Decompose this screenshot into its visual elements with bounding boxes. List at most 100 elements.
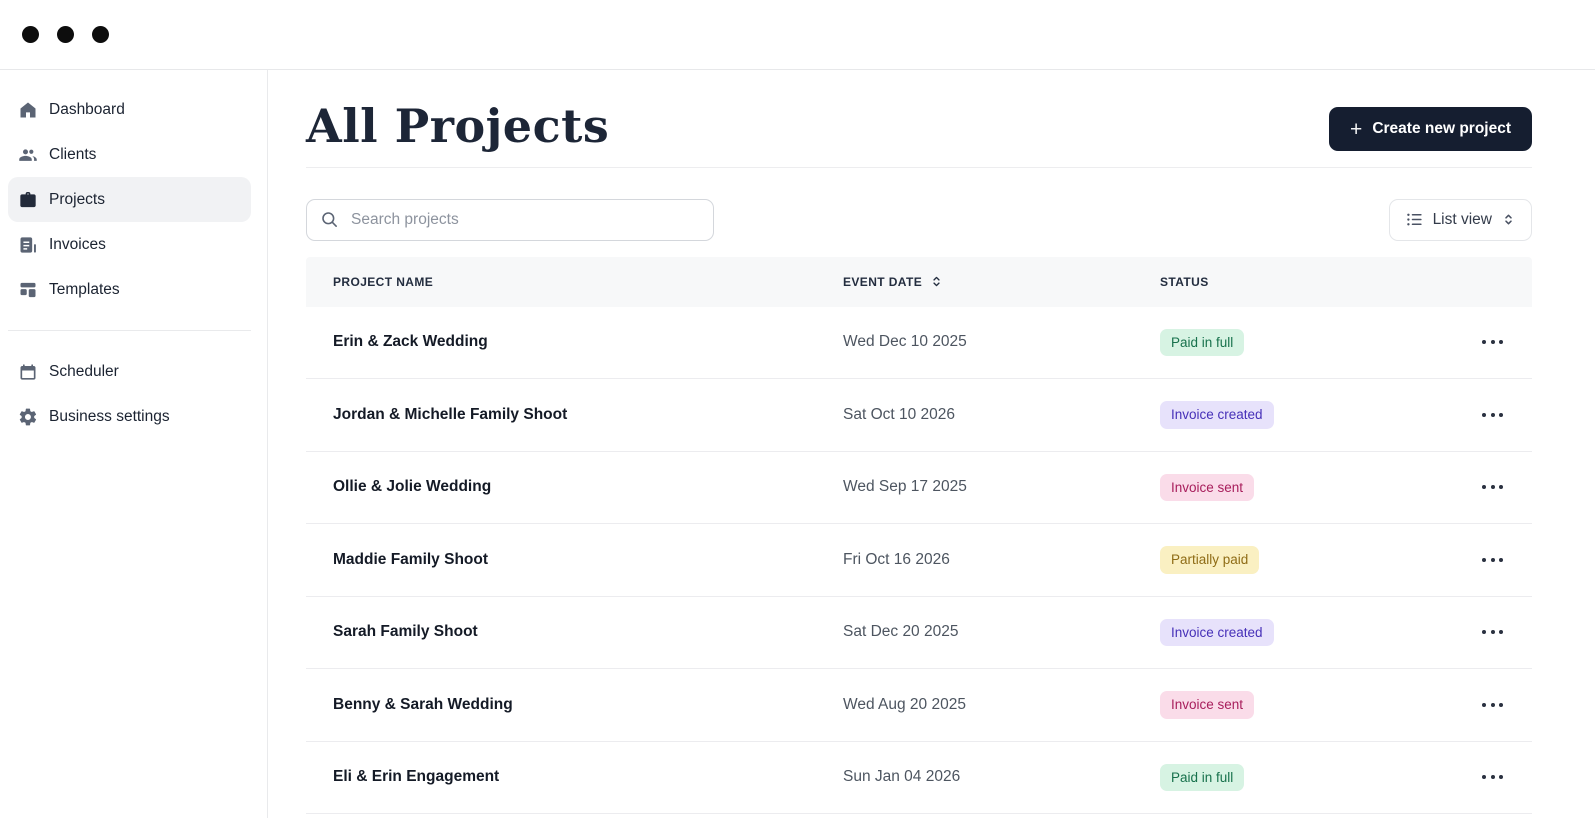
table-row[interactable]: Ollie & Jolie Wedding Wed Sep 17 2025 In…: [306, 452, 1532, 525]
event-date-cell: Wed Dec 10 2025: [843, 333, 1160, 351]
row-actions-menu-button[interactable]: [1480, 695, 1505, 715]
row-actions-menu-button[interactable]: [1480, 405, 1505, 425]
event-date-cell: Sun Jan 04 2026: [843, 768, 1160, 786]
project-name-cell: Sarah Family Shoot: [333, 623, 843, 641]
project-name-cell: Jordan & Michelle Family Shoot: [333, 406, 843, 424]
status-cell: Partially paid: [1160, 546, 1435, 574]
status-badge: Paid in full: [1160, 764, 1244, 792]
status-cell: Paid in full: [1160, 764, 1435, 792]
status-cell: Paid in full: [1160, 329, 1435, 357]
window-titlebar: [0, 0, 1595, 70]
row-actions-menu-button[interactable]: [1480, 622, 1505, 642]
page-title: All Projects: [306, 101, 609, 152]
event-date-cell: Fri Oct 16 2026: [843, 551, 1160, 569]
event-date-cell: Wed Sep 17 2025: [843, 478, 1160, 496]
calendar-icon: [18, 362, 38, 382]
table-body: Erin & Zack Wedding Wed Dec 10 2025 Paid…: [306, 307, 1532, 815]
sidebar-item-label: Scheduler: [49, 363, 119, 381]
invoice-icon: [18, 235, 38, 255]
view-selector[interactable]: List view: [1389, 199, 1532, 241]
status-badge: Invoice created: [1160, 619, 1274, 647]
template-icon: [18, 280, 38, 300]
window-control-dot[interactable]: [92, 26, 109, 43]
list-view-icon: [1405, 210, 1424, 229]
sidebar-item-templates[interactable]: Templates: [8, 267, 251, 312]
briefcase-icon: [18, 190, 38, 210]
column-header-project-name: PROJECT NAME: [333, 275, 843, 289]
table-header-row: PROJECT NAME EVENT DATE STATUS: [306, 257, 1532, 307]
sidebar-item-dashboard[interactable]: Dashboard: [8, 87, 251, 132]
people-icon: [18, 145, 38, 165]
event-date-cell: Wed Aug 20 2025: [843, 696, 1160, 714]
table-row[interactable]: Jordan & Michelle Family Shoot Sat Oct 1…: [306, 379, 1532, 452]
table-row[interactable]: Erin & Zack Wedding Wed Dec 10 2025 Paid…: [306, 307, 1532, 380]
sidebar-item-label: Invoices: [49, 236, 106, 254]
status-cell: Invoice sent: [1160, 691, 1435, 719]
project-name-cell: Ollie & Jolie Wedding: [333, 478, 843, 496]
plus-icon: +: [1350, 119, 1362, 140]
sidebar-item-label: Templates: [49, 281, 120, 299]
row-actions-menu-button[interactable]: [1480, 332, 1505, 352]
project-name-cell: Erin & Zack Wedding: [333, 333, 843, 351]
projects-table: PROJECT NAME EVENT DATE STATUS Erin & Za…: [306, 257, 1532, 815]
column-header-event-date[interactable]: EVENT DATE: [843, 275, 1160, 289]
header-divider: [306, 167, 1532, 168]
sidebar-divider: [8, 330, 251, 331]
column-header-status: STATUS: [1160, 275, 1435, 289]
sidebar-item-invoices[interactable]: Invoices: [8, 222, 251, 267]
sidebar-item-business-settings[interactable]: Business settings: [8, 394, 251, 439]
project-name-cell: Benny & Sarah Wedding: [333, 696, 843, 714]
status-cell: Invoice created: [1160, 401, 1435, 429]
table-row[interactable]: Eli & Erin Engagement Sun Jan 04 2026 Pa…: [306, 742, 1532, 815]
sidebar-item-label: Projects: [49, 191, 105, 209]
window-control-dot[interactable]: [22, 26, 39, 43]
sidebar: Dashboard Clients Projects Invoices Template…: [0, 70, 268, 818]
main-content: All Projects + Create new project: [268, 70, 1595, 818]
ellipsis-icon: [1482, 630, 1486, 634]
ellipsis-icon: [1482, 340, 1486, 344]
window-control-dot[interactable]: [57, 26, 74, 43]
status-cell: Invoice sent: [1160, 474, 1435, 502]
sort-icon: [930, 275, 943, 288]
sidebar-item-label: Clients: [49, 146, 96, 164]
sidebar-item-clients[interactable]: Clients: [8, 132, 251, 177]
create-new-project-label: Create new project: [1372, 120, 1511, 138]
sidebar-secondary-nav: Scheduler Business settings: [0, 349, 267, 439]
sidebar-item-scheduler[interactable]: Scheduler: [8, 349, 251, 394]
ellipsis-icon: [1482, 703, 1486, 707]
status-badge: Invoice sent: [1160, 691, 1254, 719]
status-badge: Invoice sent: [1160, 474, 1254, 502]
project-name-cell: Maddie Family Shoot: [333, 551, 843, 569]
sidebar-item-projects[interactable]: Projects: [8, 177, 251, 222]
ellipsis-icon: [1482, 775, 1486, 779]
home-icon: [18, 100, 38, 120]
status-badge: Partially paid: [1160, 546, 1259, 574]
ellipsis-icon: [1482, 558, 1486, 562]
gear-icon: [18, 407, 38, 427]
event-date-cell: Sat Oct 10 2026: [843, 406, 1160, 424]
search-icon: [320, 210, 339, 229]
row-actions-menu-button[interactable]: [1480, 550, 1505, 570]
status-cell: Invoice created: [1160, 619, 1435, 647]
project-name-cell: Eli & Erin Engagement: [333, 768, 843, 786]
table-row[interactable]: Benny & Sarah Wedding Wed Aug 20 2025 In…: [306, 669, 1532, 742]
page-header: All Projects + Create new project: [306, 70, 1532, 152]
status-badge: Invoice created: [1160, 401, 1274, 429]
sidebar-item-label: Business settings: [49, 408, 170, 426]
sidebar-item-label: Dashboard: [49, 101, 125, 119]
create-new-project-button[interactable]: + Create new project: [1329, 107, 1532, 151]
ellipsis-icon: [1482, 485, 1486, 489]
search-input[interactable]: [349, 210, 700, 230]
chevron-up-down-icon: [1501, 212, 1516, 227]
toolbar: List view: [306, 199, 1532, 241]
ellipsis-icon: [1482, 413, 1486, 417]
view-selector-label: List view: [1433, 211, 1492, 229]
status-badge: Paid in full: [1160, 329, 1244, 357]
table-row[interactable]: Maddie Family Shoot Fri Oct 16 2026 Part…: [306, 524, 1532, 597]
table-row[interactable]: Sarah Family Shoot Sat Dec 20 2025 Invoi…: [306, 597, 1532, 670]
row-actions-menu-button[interactable]: [1480, 767, 1505, 787]
search-box: [306, 199, 714, 241]
event-date-cell: Sat Dec 20 2025: [843, 623, 1160, 641]
row-actions-menu-button[interactable]: [1480, 477, 1505, 497]
sidebar-primary-nav: Dashboard Clients Projects Invoices Template…: [0, 87, 267, 312]
